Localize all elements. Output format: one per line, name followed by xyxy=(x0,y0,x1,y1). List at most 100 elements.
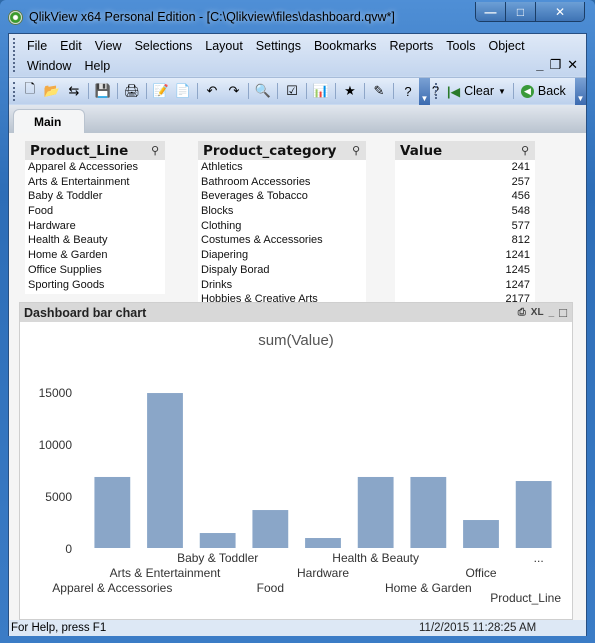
listbox-item[interactable]: 456 xyxy=(395,189,535,204)
bar[interactable] xyxy=(463,520,499,548)
document-minimize-button[interactable]: _ xyxy=(536,57,543,73)
search-icon[interactable]: ⚲ xyxy=(352,144,360,157)
menu-layout[interactable]: Layout xyxy=(205,39,251,53)
bar[interactable] xyxy=(147,393,183,548)
menu-bookmarks[interactable]: Bookmarks xyxy=(314,39,385,53)
listbox-item[interactable]: 1241 xyxy=(395,248,535,263)
listbox-item[interactable]: Blocks xyxy=(198,204,366,219)
listbox-item[interactable]: Home & Garden xyxy=(25,248,165,263)
tab-main[interactable]: Main xyxy=(13,109,85,134)
clear-button[interactable]: |◀ Clear ▼ xyxy=(443,84,510,99)
document-close-button[interactable]: ✕ xyxy=(567,57,578,73)
document-restore-button[interactable]: ❐ xyxy=(549,57,561,73)
document-window-controls: _ ❐ ✕ xyxy=(536,57,578,73)
menu-reports[interactable]: Reports xyxy=(390,39,442,53)
toolbar-grip[interactable] xyxy=(13,82,15,101)
listbox-item[interactable]: 1247 xyxy=(395,278,535,293)
menu-window[interactable]: Window xyxy=(27,59,79,73)
listbox-item[interactable]: 241 xyxy=(395,160,535,175)
listbox-item[interactable]: Diapering xyxy=(198,248,366,263)
listbox-item[interactable]: 2177 xyxy=(395,292,535,302)
toolbar-overflow-button[interactable]: ▼ xyxy=(419,78,430,105)
menu-settings[interactable]: Settings xyxy=(256,39,309,53)
minimize-icon[interactable]: _ xyxy=(549,307,555,318)
edit-module-icon[interactable]: ✎ xyxy=(370,82,388,100)
print-icon[interactable]: 🖨 xyxy=(123,82,141,100)
bar[interactable] xyxy=(410,476,447,548)
menu-view[interactable]: View xyxy=(95,39,130,53)
listbox-item[interactable]: Bathroom Accessories xyxy=(198,175,366,190)
dashboard-bar-chart[interactable]: Dashboard bar chart ⎙ XL _ □ sum(Value) 0… xyxy=(19,302,573,620)
listbox-item[interactable]: Arts & Entertainment xyxy=(25,175,165,190)
listbox-item[interactable]: Clothing xyxy=(198,219,366,234)
listbox-items: Athletics Bathroom Accessories Beverages &… xyxy=(198,160,366,302)
menu-edit[interactable]: Edit xyxy=(60,39,90,53)
new-chart-icon[interactable]: 📊 xyxy=(312,82,330,100)
listbox-header[interactable]: Value ⚲ xyxy=(395,141,535,160)
listbox-item[interactable]: Apparel & Accessories xyxy=(25,160,165,175)
menu-tools[interactable]: Tools xyxy=(446,39,483,53)
listbox-item[interactable]: Athletics xyxy=(198,160,366,175)
menu-help[interactable]: Help xyxy=(84,59,118,73)
listbox-item[interactable]: 577 xyxy=(395,219,535,234)
redo-icon[interactable]: ↷ xyxy=(225,82,243,100)
nav-toolbar-overflow-button[interactable]: ▼ xyxy=(575,78,586,105)
sheet-tabs: Main xyxy=(9,105,586,134)
save-icon[interactable]: 💾 xyxy=(94,82,112,100)
listbox-item[interactable]: 548 xyxy=(395,204,535,219)
toolbar-separator xyxy=(306,83,307,99)
bar[interactable] xyxy=(357,476,394,548)
reload-data-icon[interactable]: 📄 xyxy=(174,82,192,100)
listbox-item[interactable]: Health & Beauty xyxy=(25,233,165,248)
chevron-down-icon[interactable]: ▼ xyxy=(498,87,506,96)
listbox-item[interactable]: Sporting Goods xyxy=(25,278,165,293)
listbox-item[interactable]: 257 xyxy=(395,175,535,190)
listbox-item[interactable]: Food xyxy=(25,204,165,219)
listbox-item[interactable]: Costumes & Accessories xyxy=(198,233,366,248)
listbox-header[interactable]: Product_category ⚲ xyxy=(198,141,366,160)
back-button[interactable]: ◀ Back xyxy=(517,84,570,98)
listbox-item[interactable]: Baby & Toddler xyxy=(25,189,165,204)
search-icon[interactable]: 🔍 xyxy=(254,82,272,100)
minimize-button[interactable]: — xyxy=(476,2,506,21)
menu-object[interactable]: Object xyxy=(488,39,532,53)
listbox-item[interactable]: Drinks xyxy=(198,278,366,293)
send-to-excel-icon[interactable]: XL xyxy=(531,307,544,318)
current-selections-icon[interactable]: ☑ xyxy=(283,82,301,100)
toolbar-separator xyxy=(88,83,89,99)
new-document-icon[interactable]: 🗋 xyxy=(21,81,39,100)
chart-caption-bar[interactable]: Dashboard bar chart ⎙ XL _ □ xyxy=(20,303,572,322)
menu-file[interactable]: File xyxy=(27,39,55,53)
listbox-header[interactable]: Product_Line ⚲ xyxy=(25,141,165,160)
menu-selections[interactable]: Selections xyxy=(135,39,201,53)
listbox-item[interactable]: Dispaly Borad xyxy=(198,263,366,278)
maximize-button[interactable]: □ xyxy=(506,2,536,21)
close-button[interactable]: ✕ xyxy=(536,2,584,21)
bar[interactable] xyxy=(515,481,552,548)
maximize-icon[interactable]: □ xyxy=(559,305,567,320)
title-bar[interactable]: QlikView x64 Personal Edition - [C:\Qlik… xyxy=(0,0,595,34)
listbox-item[interactable]: Hardware xyxy=(25,219,165,234)
listbox-item[interactable]: 812 xyxy=(395,233,535,248)
search-icon[interactable]: ⚲ xyxy=(521,144,529,157)
menubar-grip[interactable] xyxy=(13,38,15,72)
print-icon[interactable]: ⎙ xyxy=(518,307,526,318)
bar[interactable] xyxy=(252,510,289,548)
bar[interactable] xyxy=(305,538,341,548)
bar[interactable] xyxy=(94,476,131,548)
reload-icon[interactable]: ⇆ xyxy=(65,82,83,100)
listbox-item[interactable]: Office Supplies xyxy=(25,263,165,278)
nav-toolbar-grip[interactable] xyxy=(435,83,437,99)
listbox-item[interactable]: Hobbies & Creative Arts xyxy=(198,292,366,302)
bar[interactable] xyxy=(199,533,236,548)
search-icon[interactable]: ⚲ xyxy=(151,144,159,157)
listbox-item[interactable]: Beverages & Tobacco xyxy=(198,189,366,204)
listbox-item[interactable]: 1245 xyxy=(395,263,535,278)
help-icon[interactable]: ? xyxy=(399,82,417,100)
add-bookmark-icon[interactable]: ★ xyxy=(341,82,359,100)
edit-script-icon[interactable]: 📝 xyxy=(152,82,170,100)
toolbar-icons: 🗋 📂 ⇆ 💾 🖨 📝 📄 ↶ ↷ 🔍 ☑ 📊 ★ ✎? ↖? xyxy=(19,80,441,102)
undo-icon[interactable]: ↶ xyxy=(203,82,221,100)
open-folder-icon[interactable]: 📂 xyxy=(43,82,61,100)
listbox-title: Value xyxy=(400,142,443,159)
